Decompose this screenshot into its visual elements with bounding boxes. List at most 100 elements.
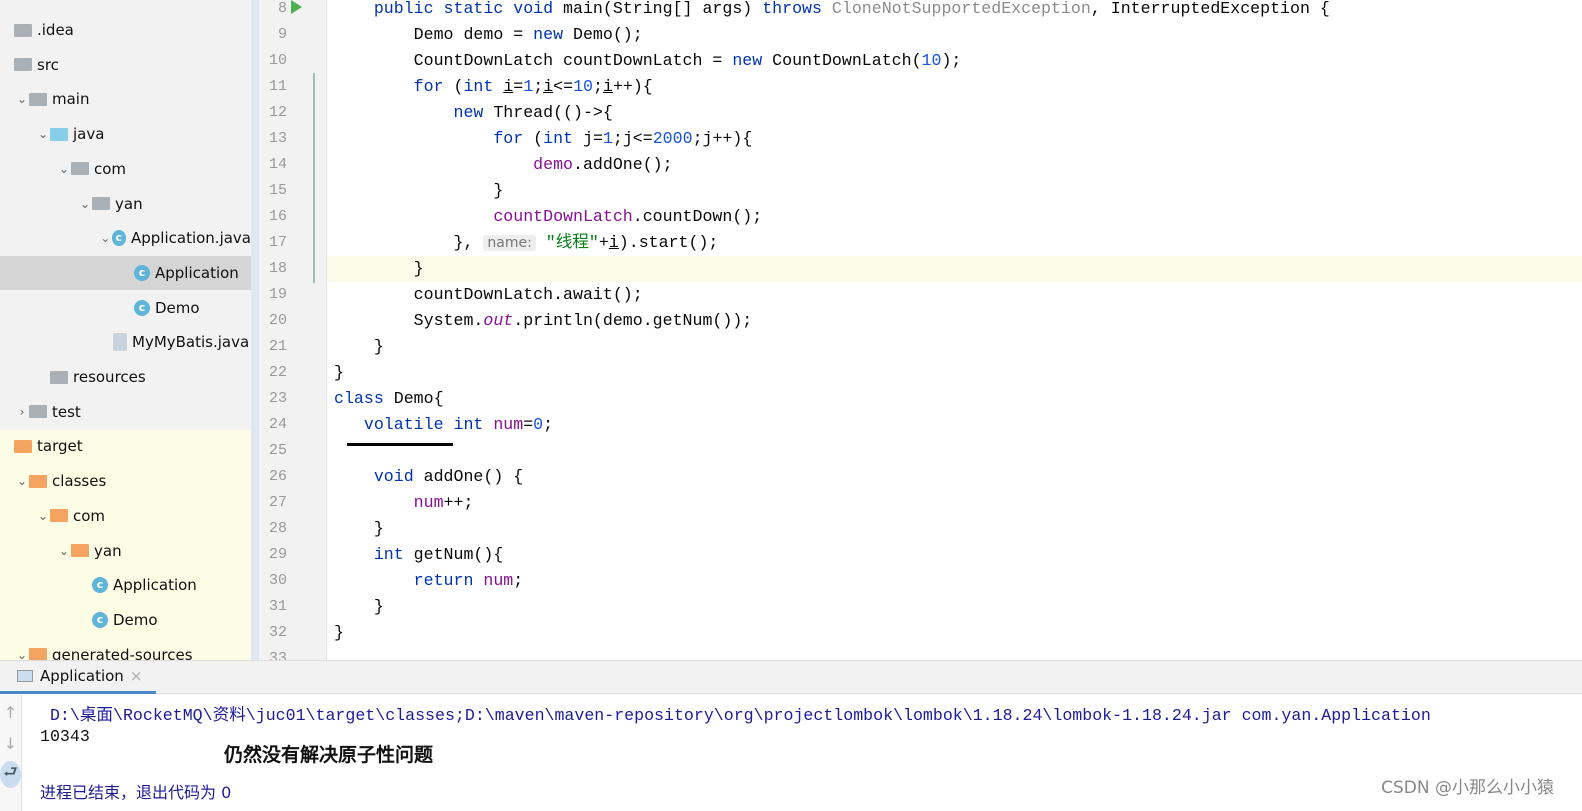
- code-token: CountDownLatch(: [772, 51, 922, 70]
- chevron-icon[interactable]: ⌄: [15, 92, 29, 106]
- code-line: volatile int num=0;: [334, 416, 553, 442]
- code-token: .addOne();: [573, 155, 673, 174]
- code-token: Thread(()->{: [493, 103, 613, 122]
- arrow-up-icon[interactable]: ↑: [0, 703, 21, 722]
- code-line: for (int i=1;i<=10;i++){: [334, 78, 653, 104]
- code-token: }: [334, 363, 344, 382]
- close-icon[interactable]: ×: [130, 667, 143, 685]
- code-token: int: [334, 545, 414, 564]
- tree-item[interactable]: target: [0, 429, 251, 463]
- package-icon: [71, 162, 89, 176]
- tree-item[interactable]: › test: [0, 395, 251, 429]
- tree-item[interactable]: .idea: [0, 13, 251, 47]
- run-tab-application[interactable]: Application ×: [0, 661, 156, 694]
- code-token: 2000: [652, 129, 693, 148]
- class-run-icon: c: [111, 230, 126, 247]
- soft-wrap-icon[interactable]: ⮐: [0, 761, 21, 788]
- code-token: 1: [523, 77, 534, 96]
- package-icon: [92, 197, 110, 210]
- project-tree: .idea src ⌄ main ⌄ java ⌄ com ⌄ yan ⌄ c Application.…: [0, 0, 251, 660]
- code-token: }: [334, 181, 504, 200]
- tree-item-label: yan: [94, 541, 122, 560]
- chevron-icon[interactable]: ⌄: [36, 127, 50, 141]
- tree-item-label: .idea: [37, 21, 74, 39]
- code-token: }: [334, 623, 344, 642]
- chevron-icon[interactable]: ›: [15, 405, 29, 419]
- arrow-down-icon[interactable]: ↓: [0, 734, 21, 753]
- tree-item-label: MyMyBatis.java: [132, 333, 250, 352]
- tree-item[interactable]: ⌄ com: [0, 499, 251, 533]
- code-token: ;: [533, 77, 544, 96]
- tree-item[interactable]: ⌄ generated-sources: [0, 638, 251, 660]
- java-file-icon: [113, 333, 127, 352]
- run-gutter-icon[interactable]: [291, 0, 302, 14]
- chevron-icon[interactable]: ⌄: [78, 197, 92, 211]
- folder-orange-icon: [14, 439, 32, 453]
- code-line: }: [334, 260, 424, 286]
- line-number: 22: [268, 364, 287, 381]
- tree-item[interactable]: ⌄ java: [0, 117, 251, 151]
- code-token: ++){: [612, 77, 653, 96]
- chevron-icon[interactable]: ⌄: [57, 544, 71, 558]
- code-line: class Demo{: [334, 390, 444, 416]
- tree-item[interactable]: ⌄ classes: [0, 464, 251, 498]
- tree-item[interactable]: ⌄ c Application.java: [0, 221, 251, 255]
- chevron-icon[interactable]: ⌄: [15, 648, 29, 660]
- code-token: (: [453, 77, 464, 96]
- code-token: throws: [762, 0, 832, 18]
- code-line: System.out.println(demo.getNum());: [334, 311, 753, 338]
- tree-item[interactable]: resources: [0, 360, 251, 394]
- tree-item-label: Application.java: [130, 229, 251, 248]
- code-token: Demo demo =: [334, 25, 534, 44]
- line-number: 13: [268, 130, 287, 147]
- code-token: }: [334, 519, 384, 538]
- folder-gray-icon: [14, 58, 32, 72]
- code-token: [] args): [672, 0, 763, 18]
- code-line: new Thread(()->{: [334, 103, 613, 130]
- line-number: 17: [268, 234, 287, 251]
- chevron-icon[interactable]: ⌄: [57, 162, 71, 176]
- code-token: i: [503, 77, 514, 96]
- code-line: void addOne() {: [334, 468, 523, 494]
- watermark: CSDN @小那么小小猿: [1381, 778, 1554, 798]
- code-token: new: [732, 51, 773, 70]
- chevron-icon[interactable]: ⌄: [99, 231, 112, 245]
- tree-item[interactable]: MyMyBatis.java: [0, 325, 251, 359]
- tree-item-label: main: [52, 90, 90, 109]
- line-number: 15: [268, 182, 287, 199]
- folder-blue-icon: [50, 127, 68, 141]
- tree-item[interactable]: c Demo: [0, 291, 251, 325]
- tree-item[interactable]: ⌄ main: [0, 82, 251, 116]
- tree-item[interactable]: c Demo: [0, 603, 251, 637]
- class-run-icon: c: [92, 577, 108, 594]
- code-token: , InterruptedException {: [1090, 0, 1330, 18]
- tree-item[interactable]: ⌄ yan: [0, 187, 251, 221]
- chevron-icon[interactable]: ⌄: [15, 474, 29, 488]
- code-token: 10: [921, 51, 942, 70]
- run-panel: Application × ↑ ↓ ⮐ D:\桌面\RocketMQ\资料\ju…: [0, 660, 1582, 811]
- tree-item[interactable]: c Application: [0, 568, 251, 602]
- code-line: countDownLatch.countDown();: [334, 208, 762, 234]
- code-token: =: [523, 415, 534, 434]
- code-line: CountDownLatch countDownLatch = new Coun…: [334, 51, 962, 78]
- code-token: out: [483, 311, 514, 330]
- code-line: }: [334, 624, 344, 650]
- line-number: 14: [268, 156, 287, 173]
- tree-item[interactable]: c Application: [0, 255, 251, 290]
- code-editor[interactable]: public static void main(String[] args) t…: [326, 0, 1582, 660]
- chevron-icon[interactable]: ⌄: [36, 509, 50, 523]
- tree-item[interactable]: src: [0, 48, 251, 82]
- code-token: class: [334, 389, 394, 408]
- code-token: ++;: [443, 493, 474, 512]
- code-line: num++;: [334, 493, 474, 520]
- tree-item[interactable]: ⌄ yan: [0, 534, 251, 568]
- line-number: 12: [268, 104, 287, 121]
- code-token: num: [334, 493, 444, 512]
- line-number: 16: [268, 208, 287, 225]
- code-token: 10: [573, 77, 593, 96]
- code-token: Demo{: [393, 389, 444, 408]
- code-line: return num;: [334, 572, 524, 598]
- tree-item[interactable]: ⌄ com: [0, 152, 251, 186]
- code-token: public static void: [334, 0, 564, 18]
- line-number: 27: [268, 494, 287, 511]
